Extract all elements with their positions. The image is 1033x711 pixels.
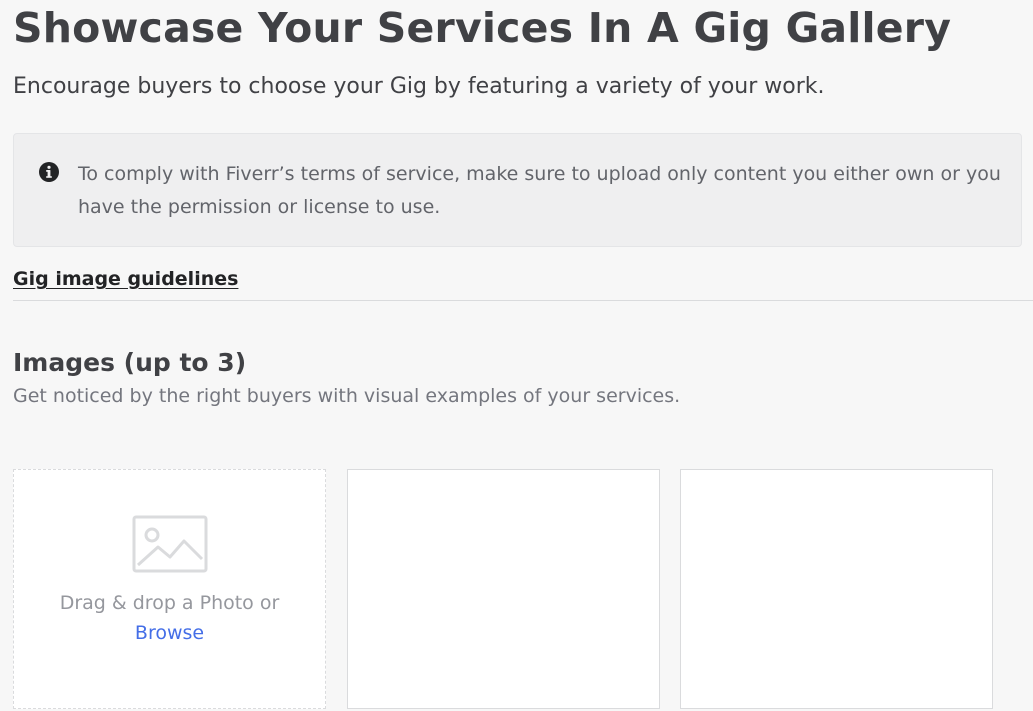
images-section-subtitle: Get noticed by the right buyers with vis… — [13, 385, 681, 407]
drop-instructions: Drag & drop a Photo or Browse — [14, 588, 325, 648]
gig-image-guidelines-link[interactable]: Gig image guidelines — [13, 268, 238, 290]
drop-text: Drag & drop a Photo or — [59, 592, 280, 614]
gig-gallery-page: Showcase Your Services In A Gig Gallery … — [0, 0, 1033, 711]
notice-text: To comply with Fiverr’s terms of service… — [78, 163, 1001, 218]
image-slot-3[interactable] — [680, 469, 993, 709]
page-subtitle: Encourage buyers to choose your Gig by f… — [13, 74, 825, 99]
browse-link[interactable]: Browse — [14, 618, 325, 648]
image-upload-dropzone[interactable]: Drag & drop a Photo or Browse — [13, 469, 326, 709]
section-divider — [13, 300, 1033, 301]
page-title: Showcase Your Services In A Gig Gallery — [13, 4, 952, 52]
info-circle-icon — [39, 162, 59, 182]
image-placeholder-icon — [132, 515, 208, 573]
images-section-title: Images (up to 3) — [13, 348, 247, 377]
terms-notice: To comply with Fiverr’s terms of service… — [13, 133, 1022, 247]
image-slot-2[interactable] — [347, 469, 660, 709]
